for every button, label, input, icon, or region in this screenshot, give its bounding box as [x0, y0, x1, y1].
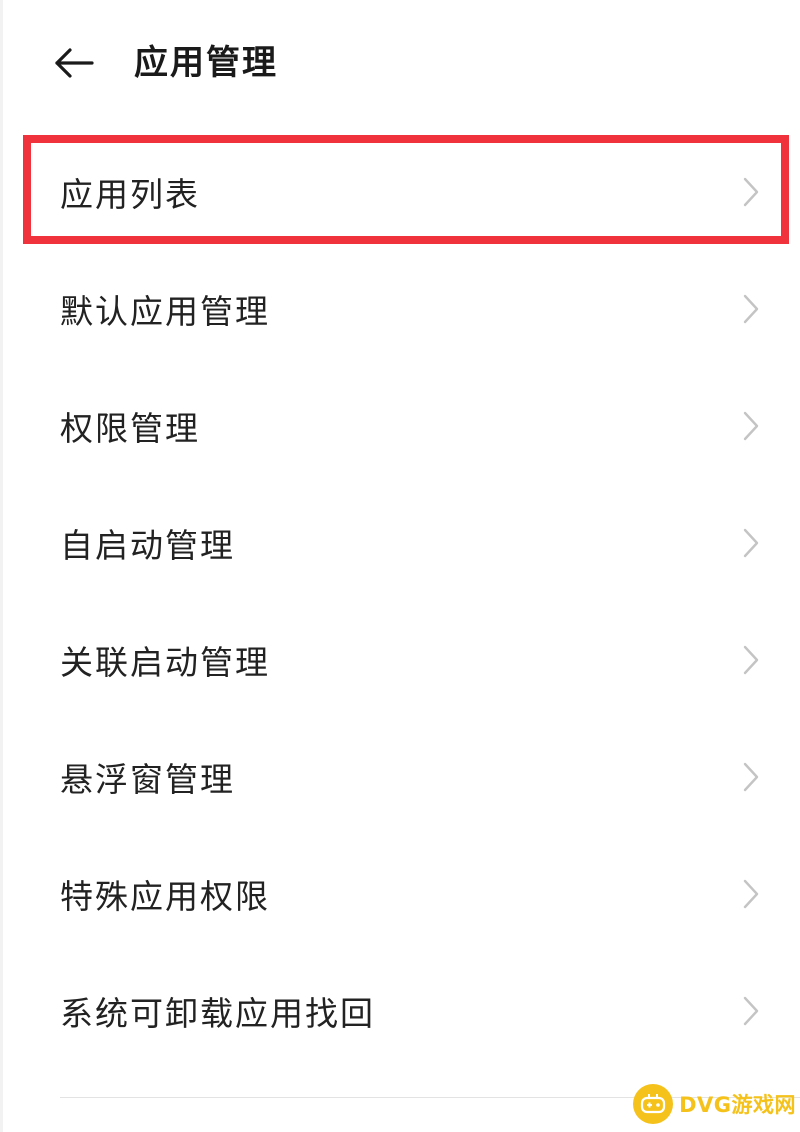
- app-management-screen: 应用管理 应用列表 默认应用管理 权限管理 自启动管理 关联启动管理 悬浮窗管理…: [0, 0, 800, 1132]
- menu-item-label: 自启动管理: [60, 525, 235, 565]
- chevron-right-icon: [743, 762, 759, 791]
- watermark-text: DVG游戏网: [679, 1093, 796, 1117]
- chevron-right-icon: [743, 645, 759, 674]
- chevron-right-icon: [743, 411, 759, 440]
- back-button[interactable]: [46, 38, 102, 88]
- chevron-right-icon: [743, 528, 759, 557]
- menu-item-label: 应用列表: [60, 174, 200, 214]
- chevron-right-icon: [743, 294, 759, 323]
- menu-item-label: 悬浮窗管理: [60, 759, 235, 799]
- menu-item-permissions[interactable]: 权限管理: [0, 367, 800, 484]
- menu-item-autostart[interactable]: 自启动管理: [0, 484, 800, 601]
- watermark: DVG游戏网: [633, 1084, 796, 1124]
- menu-item-floating-window[interactable]: 悬浮窗管理: [0, 718, 800, 835]
- menu-item-label: 特殊应用权限: [60, 876, 270, 916]
- menu-item-default-apps[interactable]: 默认应用管理: [0, 250, 800, 367]
- page-title: 应用管理: [134, 43, 278, 83]
- chevron-right-icon: [743, 177, 759, 206]
- menu-item-associated-launch[interactable]: 关联启动管理: [0, 601, 800, 718]
- chevron-right-icon: [743, 996, 759, 1025]
- menu-item-label: 关联启动管理: [60, 642, 270, 682]
- menu-list: 应用列表 默认应用管理 权限管理 自启动管理 关联启动管理 悬浮窗管理 特殊应用…: [0, 133, 800, 1069]
- menu-item-app-list[interactable]: 应用列表: [0, 133, 800, 250]
- menu-item-special-permissions[interactable]: 特殊应用权限: [0, 835, 800, 952]
- menu-item-restore-system-apps[interactable]: 系统可卸载应用找回: [0, 952, 800, 1069]
- chevron-right-icon: [743, 879, 759, 908]
- arrow-left-icon: [55, 48, 94, 78]
- menu-item-label: 默认应用管理: [60, 291, 270, 331]
- menu-item-label: 权限管理: [60, 408, 200, 448]
- header-bar: 应用管理: [0, 0, 800, 130]
- gamepad-icon: [633, 1084, 674, 1124]
- menu-item-label: 系统可卸载应用找回: [60, 993, 375, 1033]
